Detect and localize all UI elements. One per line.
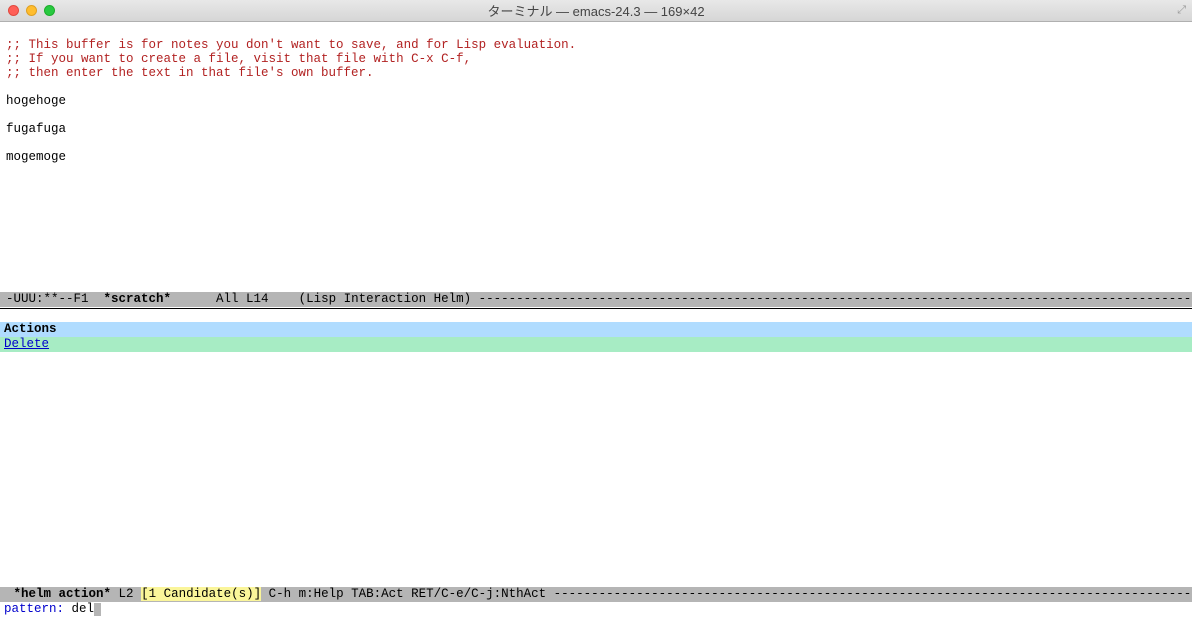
- modeline-line: L2: [111, 587, 141, 601]
- helm-separator: [0, 308, 1192, 309]
- window-title: ターミナル — emacs-24.3 — 169×42: [0, 1, 1192, 20]
- traffic-lights: [0, 5, 55, 16]
- modeline-candidate-count: [1 Candidate(s)]: [141, 587, 261, 601]
- buffer-text: fugafuga: [6, 122, 66, 136]
- comment-line: ;; then enter the text in that file's ow…: [6, 66, 374, 80]
- modeline-buffer-name: *helm action*: [14, 587, 112, 601]
- cursor-icon: [94, 603, 101, 616]
- zoom-icon[interactable]: [44, 5, 55, 16]
- modeline-status: -UUU:**--F1: [6, 292, 104, 306]
- modeline-buffer-name: *scratch*: [104, 292, 172, 306]
- titlebar: ターミナル — emacs-24.3 — 169×42 ⤢: [0, 0, 1192, 22]
- helm-candidate[interactable]: Delete: [0, 337, 1192, 352]
- comment-line: ;; If you want to create a file, visit t…: [6, 52, 471, 66]
- minimize-icon[interactable]: [26, 5, 37, 16]
- modeline-fill: ----------------------------------------…: [479, 292, 1192, 306]
- resize-icon[interactable]: ⤢: [1177, 5, 1186, 17]
- helm-source-header: Actions: [0, 322, 1192, 337]
- modeline-pad: [6, 587, 14, 601]
- modeline-mode: All L14 (Lisp Interaction Helm): [171, 292, 479, 306]
- buffer-text: mogemoge: [6, 150, 66, 164]
- modeline-scratch: -UUU:**--F1 *scratch* All L14 (Lisp Inte…: [0, 292, 1192, 307]
- modeline-helm: *helm action* L2 [1 Candidate(s)] C-h m:…: [0, 587, 1192, 602]
- modeline-help: C-h m:Help TAB:Act RET/C-e/C-j:NthAct: [261, 587, 554, 601]
- modeline-fill: ----------------------------------------…: [554, 587, 1192, 601]
- scratch-buffer[interactable]: ;; This buffer is for notes you don't wa…: [0, 22, 1192, 180]
- minibuffer[interactable]: pattern: del: [0, 602, 1192, 617]
- minibuffer-input: del: [72, 602, 95, 616]
- minibuffer-prompt: pattern:: [4, 602, 72, 616]
- comment-line: ;; This buffer is for notes you don't wa…: [6, 38, 576, 52]
- buffer-text: hogehoge: [6, 94, 66, 108]
- close-icon[interactable]: [8, 5, 19, 16]
